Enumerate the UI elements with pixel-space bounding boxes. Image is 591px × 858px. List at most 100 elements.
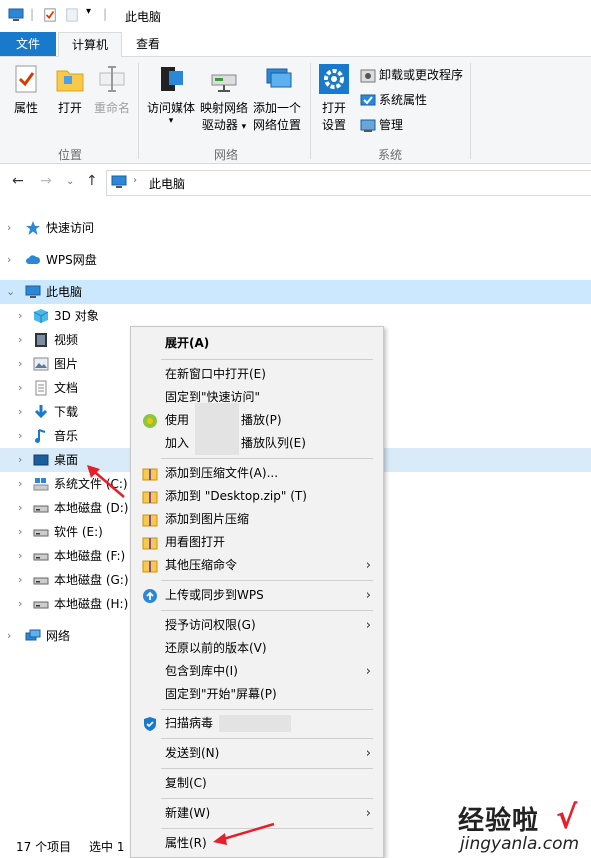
manage-icon <box>360 119 376 132</box>
rename-button[interactable]: 重命名 <box>92 63 132 117</box>
back-arrow-icon[interactable]: ← <box>12 173 24 189</box>
group-divider <box>138 63 139 159</box>
chevron-right-icon[interactable]: › <box>18 568 22 592</box>
manage-button[interactable]: 管理 <box>360 114 403 136</box>
archive-icon <box>142 468 158 481</box>
menu-item-open-with-viewer[interactable]: 用看图打开 <box>131 531 383 554</box>
menu-item-pin-quick-access[interactable]: 固定到"快速访问" <box>131 386 383 409</box>
tree-item-3d-objects[interactable]: › 3D 对象 <box>0 304 591 328</box>
tree-item-label: WPS网盘 <box>46 253 97 267</box>
chevron-down-icon[interactable]: ⌄ <box>6 280 15 304</box>
menu-item-label: 属性(R) <box>165 836 207 850</box>
menu-item-label: 授予访问权限(G) <box>165 618 256 632</box>
menu-item-grant-access[interactable]: 授予访问权限(G) › <box>131 614 383 637</box>
chevron-right-icon[interactable]: › <box>18 520 22 544</box>
chevron-right-icon[interactable]: › <box>18 304 22 328</box>
tree-item-quick-access[interactable]: › 快速访问 <box>0 216 591 240</box>
menu-item-upload-wps[interactable]: 上传或同步到WPS › <box>131 584 383 607</box>
uninstall-program-button[interactable]: 卸载或更改程序 <box>360 64 463 86</box>
group-divider <box>470 63 471 159</box>
dropdown-arrow-icon: ▾ <box>168 116 174 126</box>
chevron-right-icon[interactable]: › <box>7 216 11 240</box>
menu-item-expand[interactable]: 展开(A) <box>131 332 383 355</box>
forward-arrow-icon[interactable]: → <box>40 173 52 189</box>
tree-item-label: 文档 <box>54 381 79 395</box>
chevron-right-icon[interactable]: › <box>18 472 22 496</box>
menu-item-label: 在新窗口中打开(E) <box>165 367 266 381</box>
menu-item-image-compress[interactable]: 添加到图片压缩 <box>131 508 383 531</box>
properties-button[interactable]: 属性 <box>6 63 46 117</box>
open-settings-button[interactable]: 打开 设置 <box>314 63 354 134</box>
tree-item-this-pc[interactable]: ⌄ 此电脑 <box>0 280 591 304</box>
menu-item-add-to-queue[interactable]: 加入 播放队列(E) <box>131 432 383 455</box>
access-media-button[interactable]: 访问媒体 ▾ <box>144 63 198 126</box>
chevron-right-icon[interactable]: › <box>18 496 22 520</box>
ribbon: 属性 打开 重命名 位置 访问媒体 ▾ 映射网络 驱动器 ▾ 添加一个 网络位置… <box>0 57 591 164</box>
chevron-right-icon[interactable]: › <box>18 400 22 424</box>
menu-item-label: 添加到图片压缩 <box>165 512 250 526</box>
chevron-right-icon[interactable]: › <box>18 448 22 472</box>
menu-item-restore-versions[interactable]: 还原以前的版本(V) <box>131 637 383 660</box>
menu-separator <box>161 798 373 799</box>
tab-view[interactable]: 查看 <box>128 32 168 56</box>
menu-separator <box>161 610 373 611</box>
properties-check-icon[interactable] <box>42 8 58 22</box>
chevron-right-icon[interactable]: › <box>18 376 22 400</box>
chevron-right-icon[interactable]: › <box>18 544 22 568</box>
menu-item-add-archive[interactable]: 添加到压缩文件(A)... <box>131 462 383 485</box>
chevron-right-icon[interactable]: › <box>7 624 11 648</box>
tree-item-label: 本地磁盘 (G:) <box>54 573 129 587</box>
tree-item-wps-drive[interactable]: › WPS网盘 <box>0 248 591 272</box>
chevron-right-icon[interactable]: › <box>7 248 11 272</box>
chevron-right-icon[interactable]: › <box>18 328 22 352</box>
menu-item-pin-start[interactable]: 固定到"开始"屏幕(P) <box>131 683 383 706</box>
map-drive-label-2: 驱动器 ▾ <box>201 118 247 132</box>
open-button[interactable]: 打开 <box>50 63 90 117</box>
address-path[interactable]: 此电脑 <box>149 175 185 192</box>
tree-item-label: 桌面 <box>54 453 79 467</box>
tab-file[interactable]: 文件 <box>0 32 56 56</box>
system-properties-button[interactable]: 系统属性 <box>360 89 427 111</box>
breadcrumb-chevron-icon[interactable]: › <box>133 175 137 186</box>
window-title: 此电脑 <box>125 10 162 24</box>
menu-item-copy[interactable]: 复制(C) <box>131 772 383 795</box>
item-count: 17 个项目 <box>16 840 72 854</box>
tree-item-label: 视频 <box>54 333 79 347</box>
menu-item-scan-virus[interactable]: 扫描病毒 <box>131 712 383 735</box>
tree-item-label: 音乐 <box>54 429 79 443</box>
add-network-location-button[interactable]: 添加一个 网络位置 <box>250 63 304 134</box>
menu-item-open-new-window[interactable]: 在新窗口中打开(E) <box>131 363 383 386</box>
recent-locations-chevron-icon[interactable]: ⌄ <box>66 176 74 187</box>
address-bar[interactable]: › 此电脑 <box>106 170 591 196</box>
chevron-right-icon[interactable]: › <box>18 352 22 376</box>
menu-item-include-in-library[interactable]: 包含到库中(I) › <box>131 660 383 683</box>
tab-computer[interactable]: 计算机 <box>58 32 122 57</box>
computer-icon <box>111 175 127 188</box>
watermark: 经验啦 √ jingyanla.com <box>454 798 591 857</box>
group-divider <box>310 63 311 159</box>
menu-item-other-compress[interactable]: 其他压缩命令 › <box>131 554 383 577</box>
map-drive-button[interactable]: 映射网络 驱动器 ▾ <box>198 63 250 136</box>
menu-item-suffix: 播放队列(E) <box>241 436 306 450</box>
archive-icon <box>142 537 158 550</box>
menu-item-send-to[interactable]: 发送到(N) › <box>131 742 383 765</box>
drive-icon <box>33 601 49 609</box>
menu-item-suffix: 播放(P) <box>241 413 282 427</box>
dropdown-arrow-icon[interactable]: ▾ <box>86 6 91 17</box>
chevron-right-icon[interactable]: › <box>18 424 22 448</box>
dropdown-arrow-icon: ▾ <box>241 122 247 132</box>
up-arrow-icon[interactable]: ↑ <box>86 173 98 189</box>
tree-item-label: 软件 (E:) <box>54 525 103 539</box>
map-drive-label-1: 映射网络 <box>199 101 248 115</box>
computer-icon <box>25 285 41 298</box>
selection-count: 选中 1 <box>89 840 125 854</box>
menu-item-play-with[interactable]: 使用 播放(P) <box>131 403 383 455</box>
menu-item-add-desktop-zip[interactable]: 添加到 "Desktop.zip" (T) <box>131 485 383 508</box>
menu-separator <box>161 738 373 739</box>
video-icon <box>35 333 47 347</box>
submenu-arrow-icon: › <box>365 806 371 821</box>
computer-icon[interactable] <box>8 8 24 22</box>
menu-item-label: 用看图打开 <box>165 535 226 549</box>
chevron-right-icon[interactable]: › <box>18 592 22 616</box>
new-folder-icon[interactable] <box>64 8 80 22</box>
